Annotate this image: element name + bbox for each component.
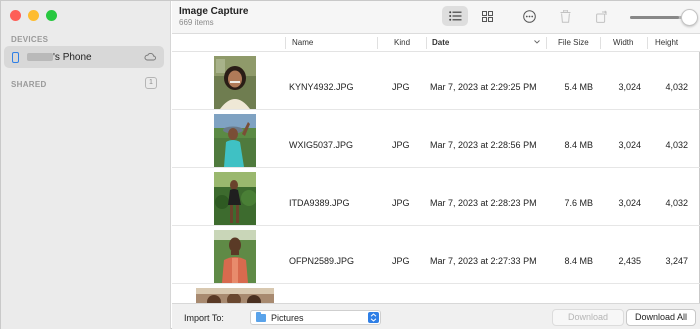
close-window-button[interactable] — [10, 10, 21, 21]
sidebar-item-phone[interactable]: 's Phone — [4, 46, 164, 68]
minimize-window-button[interactable] — [28, 10, 39, 21]
file-size: 7.6 MB — [564, 198, 593, 208]
file-name: OFPN2589.JPG — [289, 256, 355, 266]
file-height: 4,032 — [665, 198, 688, 208]
table-row[interactable]: OFPN2589.JPG JPG Mar 7, 2023 at 2:27:33 … — [172, 227, 700, 284]
file-date: Mar 7, 2023 at 2:27:33 PM — [430, 256, 537, 266]
file-width: 3,024 — [618, 198, 641, 208]
device-name-label: 's Phone — [53, 51, 92, 63]
column-header-name[interactable]: Name — [292, 38, 313, 47]
select-arrows-icon — [368, 312, 379, 323]
table-row[interactable]: ITDA9389.JPG JPG Mar 7, 2023 at 2:28:23 … — [172, 169, 700, 226]
cloud-icon — [144, 53, 156, 61]
table-row[interactable]: KYNY4932.JPG JPG Mar 7, 2023 at 2:29:25 … — [172, 53, 700, 110]
file-name: KYNY4932.JPG — [289, 82, 354, 92]
photo-thumbnail — [214, 230, 256, 283]
table-row[interactable]: WXIG5037.JPG JPG Mar 7, 2023 at 2:28:56 … — [172, 111, 700, 168]
bottom-bar: Import To: Pictures Download Download Al… — [172, 303, 700, 329]
column-separator — [600, 37, 601, 49]
file-name: WXIG5037.JPG — [289, 140, 354, 150]
file-kind: JPG — [392, 256, 410, 266]
redacted-name — [27, 52, 53, 61]
shared-count-badge: 1 — [145, 77, 157, 89]
file-size: 5.4 MB — [564, 82, 593, 92]
file-height: 4,032 — [665, 140, 688, 150]
trash-icon — [560, 9, 570, 23]
file-width: 3,024 — [618, 140, 641, 150]
column-separator — [426, 37, 427, 49]
phone-icon — [12, 51, 19, 63]
file-date: Mar 7, 2023 at 2:29:25 PM — [430, 82, 537, 92]
file-date: Mar 7, 2023 at 2:28:56 PM — [430, 140, 537, 150]
table-header: Name Kind Date File Size Width Height — [172, 34, 700, 52]
file-kind: JPG — [392, 82, 410, 92]
zoom-slider-fill — [630, 16, 680, 19]
zoom-slider-knob[interactable] — [681, 9, 698, 26]
photo-thumbnail — [214, 172, 256, 225]
column-separator — [377, 37, 378, 49]
import-destination-value: Pictures — [271, 313, 304, 323]
more-options-button[interactable] — [516, 6, 542, 26]
column-separator — [285, 37, 286, 49]
rotate-button[interactable] — [589, 6, 615, 26]
column-separator — [546, 37, 547, 49]
zoom-slider-track[interactable] — [630, 16, 682, 19]
file-date: Mar 7, 2023 at 2:28:23 PM — [430, 198, 537, 208]
column-header-file-size[interactable]: File Size — [558, 38, 589, 47]
ellipsis-circle-icon — [522, 9, 536, 23]
table-row[interactable] — [172, 285, 700, 303]
photo-thumbnail — [196, 288, 274, 303]
file-size: 8.4 MB — [564, 256, 593, 266]
chevron-down-icon — [534, 40, 540, 44]
import-destination-select[interactable]: Pictures — [250, 310, 381, 325]
app-title: Image Capture — [179, 6, 249, 17]
folder-icon — [256, 312, 266, 322]
item-count: 669 items — [179, 18, 214, 27]
download-button[interactable]: Download — [552, 309, 624, 326]
file-size: 8.4 MB — [564, 140, 593, 150]
column-header-kind[interactable]: Kind — [394, 38, 410, 47]
download-all-button[interactable]: Download All — [626, 309, 696, 326]
grid-icon — [481, 10, 493, 22]
file-name: ITDA9389.JPG — [289, 198, 350, 208]
photo-thumbnail — [214, 114, 256, 167]
toolbar: Image Capture 669 items — [172, 1, 700, 34]
delete-button[interactable] — [552, 6, 578, 26]
file-height: 3,247 — [665, 256, 688, 266]
devices-section-label: DEVICES — [11, 35, 49, 44]
device-name: 's Phone — [27, 52, 92, 63]
import-to-label: Import To: — [184, 313, 224, 323]
column-separator — [647, 37, 648, 49]
shared-section-label: SHARED — [11, 80, 47, 89]
column-header-height[interactable]: Height — [655, 38, 678, 47]
list-view-button[interactable] — [442, 6, 468, 26]
file-width: 2,435 — [618, 256, 641, 266]
list-icon — [448, 11, 461, 21]
file-height: 4,032 — [665, 82, 688, 92]
column-header-width[interactable]: Width — [613, 38, 633, 47]
photo-thumbnail — [214, 56, 256, 109]
rotate-icon — [596, 9, 607, 23]
file-kind: JPG — [392, 198, 410, 208]
photo-table: KYNY4932.JPG JPG Mar 7, 2023 at 2:29:25 … — [172, 53, 700, 303]
sidebar: DEVICES 's Phone SHARED 1 — [1, 1, 171, 329]
image-capture-window: DEVICES 's Phone SHARED 1 Image Capture … — [0, 0, 700, 329]
file-kind: JPG — [392, 140, 410, 150]
grid-view-button[interactable] — [474, 6, 500, 26]
file-width: 3,024 — [618, 82, 641, 92]
window-controls — [10, 10, 57, 21]
zoom-window-button[interactable] — [46, 10, 57, 21]
column-header-date[interactable]: Date — [432, 38, 449, 47]
